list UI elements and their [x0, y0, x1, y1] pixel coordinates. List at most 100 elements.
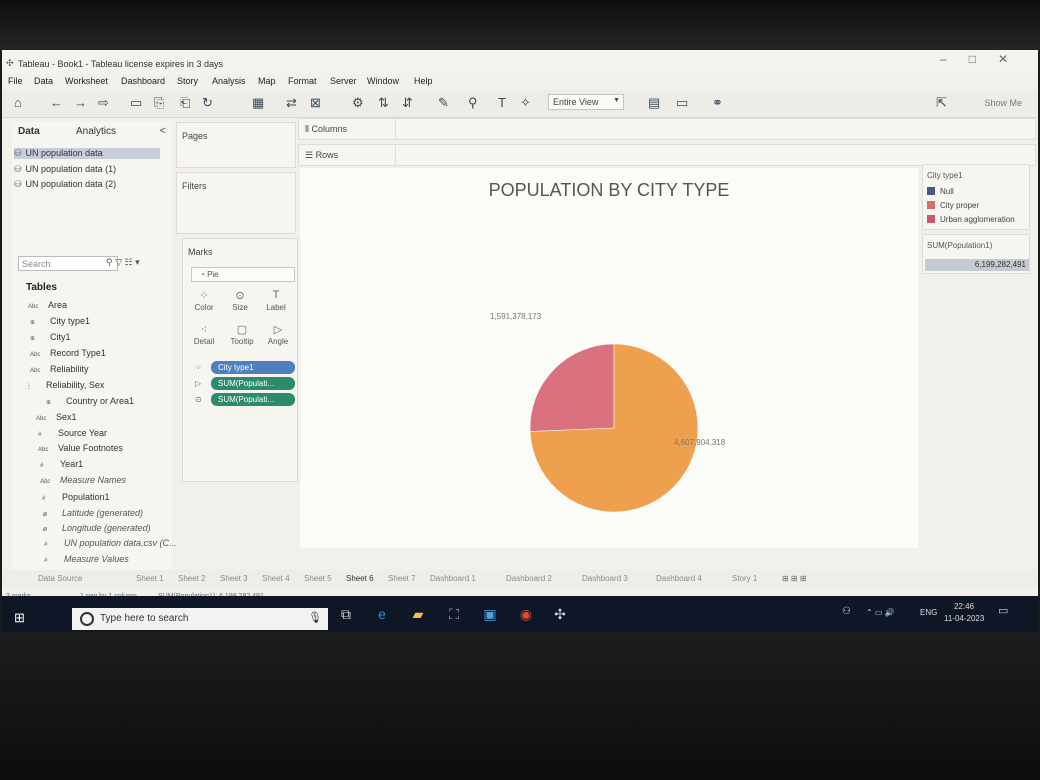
store-icon[interactable]: ⛶ — [444, 606, 464, 623]
tab-data[interactable]: Data — [18, 126, 40, 137]
people-icon[interactable]: ⚇ — [842, 606, 851, 617]
duplicate-icon[interactable]: ⎗ — [180, 95, 190, 111]
field-item[interactable]: ⊕ Country or Area1 — [46, 396, 134, 406]
field-item[interactable]: Abc Area — [28, 300, 67, 310]
tab-dashboard-1[interactable]: Dashboard 1 — [430, 574, 476, 583]
tab-sheet-5[interactable]: Sheet 5 — [304, 574, 332, 583]
legend-item[interactable]: City proper — [927, 201, 979, 210]
collapse-pane-icon[interactable]: < — [160, 125, 166, 137]
rows-drop-area[interactable] — [395, 145, 1035, 166]
tab-sheet-2[interactable]: Sheet 2 — [178, 574, 206, 583]
datasource-item[interactable]: ⛁ UN population data (2) — [14, 179, 116, 190]
field-item[interactable]: ⊕ City1 — [30, 332, 71, 342]
taskbar-search-input[interactable]: Type here to search 🎙 — [72, 608, 328, 630]
filters-card[interactable]: Filters — [176, 172, 296, 234]
tab-data-source[interactable]: Data Source — [38, 574, 82, 583]
field-item[interactable]: # Source Year — [38, 428, 107, 438]
menu-file[interactable]: File — [8, 76, 23, 86]
legend-item[interactable]: Null — [927, 187, 954, 196]
menu-format[interactable]: Format — [288, 76, 317, 86]
menu-analysis[interactable]: Analysis — [212, 76, 246, 86]
microphone-icon[interactable]: 🎙 — [308, 611, 322, 624]
city-type-pill[interactable]: City type1 — [211, 361, 295, 374]
legend-item[interactable]: Urban agglomeration — [927, 215, 1015, 224]
attach-icon[interactable]: ⚲ — [468, 95, 478, 111]
share-icon[interactable]: ⚭ — [712, 95, 723, 111]
field-item[interactable]: # Measure Values — [44, 554, 129, 564]
refresh-icon[interactable]: ↻ — [202, 95, 213, 111]
undo-icon[interactable]: ← — [50, 95, 63, 110]
tableau-taskbar-icon[interactable]: ✣ — [550, 606, 570, 623]
datasource-item[interactable]: ⛁ UN population data — [14, 148, 160, 159]
edge-icon[interactable]: e — [372, 606, 392, 622]
window-controls[interactable]: –□✕ — [940, 52, 1030, 66]
chart-icon[interactable]: ▦ — [252, 95, 264, 111]
tab-dashboard-2[interactable]: Dashboard 2 — [506, 574, 552, 583]
angle-button[interactable]: ▷ Angle — [263, 323, 293, 346]
tray-icons[interactable]: ⌃ ▭ 🔊 — [866, 608, 895, 617]
clock-time[interactable]: 22:46 — [954, 602, 974, 611]
detail-button[interactable]: ⁖ Detail — [189, 323, 219, 346]
menu-dashboard[interactable]: Dashboard — [121, 76, 165, 86]
field-search-input[interactable]: Search — [18, 256, 118, 271]
sum-population-size-pill[interactable]: SUM(Populati... — [211, 393, 295, 406]
field-item[interactable]: # UN population data.csv (C... — [44, 538, 177, 548]
new-data-source-icon[interactable]: ⇨ — [98, 95, 109, 111]
field-item[interactable]: ⊕ Longitude (generated) — [42, 523, 151, 533]
tab-sheet-1[interactable]: Sheet 1 — [136, 574, 164, 583]
task-view-icon[interactable]: ⧉ — [336, 606, 356, 623]
highlight-icon[interactable]: ✎ — [438, 95, 449, 111]
size-button[interactable]: ⊙ Size — [225, 289, 255, 312]
field-item[interactable]: # Population1 — [42, 492, 110, 502]
menu-map[interactable]: Map — [258, 76, 276, 86]
datasource-item[interactable]: ⛁ UN population data (1) — [14, 164, 116, 175]
group-icon[interactable]: ⚙ — [352, 95, 364, 111]
tab-sheet-6[interactable]: Sheet 6 — [346, 574, 374, 583]
show-me-icon[interactable]: ⇱ — [936, 95, 947, 111]
menu-help[interactable]: Help — [414, 76, 433, 86]
tab-dashboard-4[interactable]: Dashboard 4 — [656, 574, 702, 583]
clock-date[interactable]: 11-04-2023 — [944, 614, 984, 623]
pages-card[interactable]: Pages — [176, 122, 296, 168]
rows-shelf[interactable]: ☰ Rows — [298, 144, 1036, 166]
sort-desc-icon[interactable]: ⇵ — [402, 95, 413, 111]
home-icon[interactable]: ⌂ — [14, 95, 22, 110]
language-indicator[interactable]: ENG — [920, 608, 937, 617]
menu-data[interactable]: Data — [34, 76, 53, 86]
field-item[interactable]: ⊕ City type1 — [30, 316, 90, 326]
field-item[interactable]: Abc Record Type1 — [30, 348, 106, 358]
swap-icon[interactable]: ⇄ — [286, 95, 297, 111]
pin-icon[interactable]: ✧ — [520, 95, 531, 111]
field-item[interactable]: Abc Reliability — [30, 364, 89, 374]
new-worksheet-icon[interactable]: ⎘ — [154, 95, 164, 111]
file-explorer-icon[interactable]: ▰ — [408, 606, 428, 623]
sort-asc-icon[interactable]: ⇅ — [378, 95, 389, 111]
cards-icon[interactable]: ▤ — [648, 95, 660, 111]
tab-sheet-7[interactable]: Sheet 7 — [388, 574, 416, 583]
menu-window[interactable]: Window — [367, 76, 399, 86]
labels-icon[interactable]: T — [498, 95, 506, 110]
presentation-icon[interactable]: ▭ — [676, 95, 688, 111]
label-button[interactable]: T Label — [261, 289, 291, 312]
fit-select[interactable]: Entire View ▼ — [548, 94, 624, 110]
field-item[interactable]: ⊕ Latitude (generated) — [42, 508, 143, 518]
columns-shelf[interactable]: ⦀ Columns — [298, 118, 1036, 140]
mark-type-select[interactable]: ◔ Pie — [191, 267, 295, 282]
field-item[interactable]: Abc Sex1 — [36, 412, 77, 422]
tooltip-button[interactable]: ▢ Tooltip — [227, 323, 257, 346]
tab-dashboard-3[interactable]: Dashboard 3 — [582, 574, 628, 583]
tab-sheet-4[interactable]: Sheet 4 — [262, 574, 290, 583]
field-item[interactable]: Abc Value Footnotes — [38, 443, 123, 453]
clear-icon[interactable]: ⊠ — [310, 95, 321, 111]
pie-slice-urban-agglomeration[interactable] — [529, 343, 615, 432]
menu-server[interactable]: Server — [330, 76, 357, 86]
notification-icon[interactable]: ▭ — [998, 604, 1008, 617]
search-filter-icons[interactable]: ⚲ ▽ ☷ ▾ — [106, 257, 140, 268]
menu-story[interactable]: Story — [177, 76, 198, 86]
columns-drop-area[interactable] — [395, 119, 1035, 140]
color-button[interactable]: ⁘ Color — [189, 289, 219, 312]
save-icon[interactable]: ▭ — [130, 95, 142, 111]
field-item[interactable]: Abc Measure Names — [40, 475, 126, 485]
windows-start-icon[interactable]: ⊞ — [14, 610, 28, 625]
field-item[interactable]: ⋮ Reliability, Sex — [26, 380, 104, 390]
